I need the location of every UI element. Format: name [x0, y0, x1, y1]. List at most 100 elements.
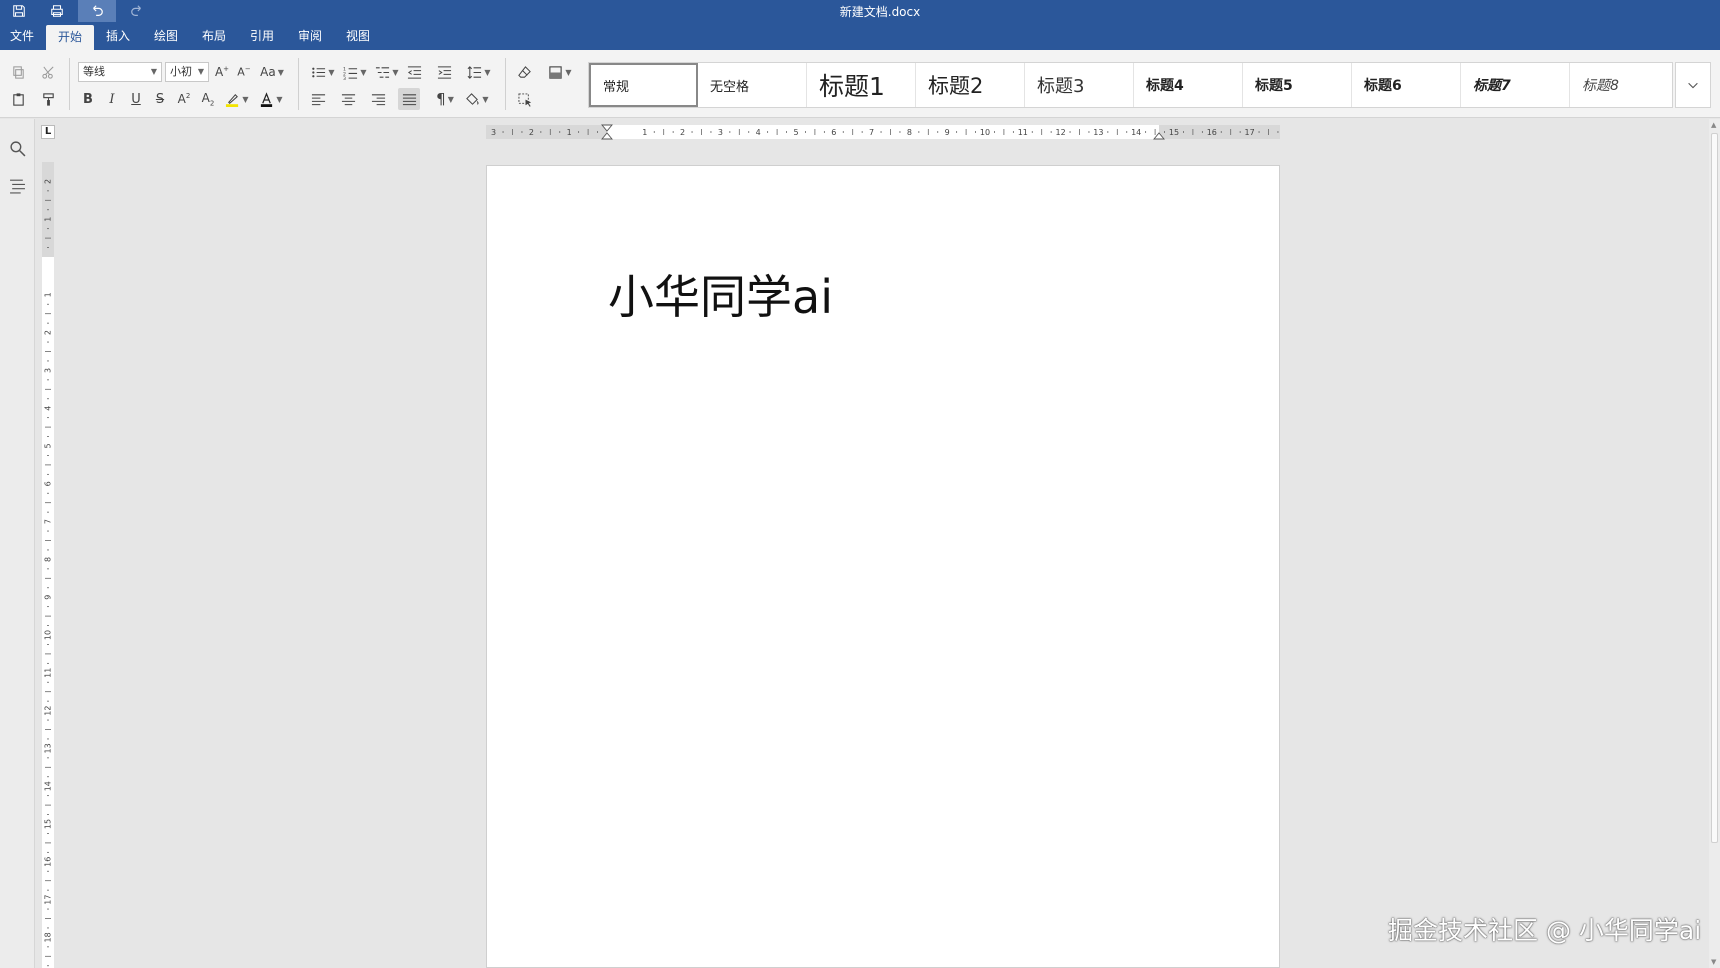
ruler-tick-label: 8	[44, 557, 53, 562]
justify-button[interactable]	[398, 88, 420, 110]
subscript-button[interactable]: A2	[198, 89, 218, 109]
format-painter-button[interactable]	[38, 89, 58, 109]
ruler-tick-label: 3	[491, 128, 496, 137]
menu-bar: 文件 开始 插入 绘图 布局 引用 审阅 视图	[0, 22, 1720, 50]
ruler-tick-label: 10	[44, 630, 53, 640]
ruler-tick-label: 8	[907, 128, 912, 137]
clear-formatting-button[interactable]	[514, 62, 534, 82]
line-spacing-button[interactable]: ▼	[464, 62, 494, 82]
menu-layout[interactable]: 布局	[192, 22, 236, 50]
ruler-tick-label: 4	[756, 128, 761, 137]
style-heading-8[interactable]: 标题8	[1570, 63, 1679, 107]
ruler-tick-label: 3	[718, 128, 723, 137]
ruler-tick-label: 9	[44, 595, 53, 600]
style-heading-5[interactable]: 标题5	[1243, 63, 1352, 107]
menu-draw[interactable]: 绘图	[144, 22, 188, 50]
ruler-tick-label: 1	[44, 217, 53, 222]
superscript-button[interactable]: A2	[174, 89, 194, 109]
menu-view[interactable]: 视图	[336, 22, 380, 50]
change-case-button[interactable]: Aa ▼	[256, 62, 288, 82]
cut-button[interactable]	[38, 62, 58, 82]
outline-icon[interactable]	[9, 177, 26, 194]
decrease-indent-button[interactable]	[404, 62, 424, 82]
highlight-button[interactable]: ▼	[222, 89, 252, 109]
numbering-button[interactable]: 1 2 3 ▼	[340, 62, 370, 82]
style-heading-3[interactable]: 标题3	[1025, 63, 1134, 107]
align-center-icon	[341, 93, 355, 105]
select-button[interactable]	[514, 89, 536, 111]
bullets-button[interactable]: ▼	[308, 62, 338, 82]
eraser-icon	[517, 65, 531, 78]
align-center-button[interactable]	[338, 89, 358, 109]
style-heading-1[interactable]: 标题1	[807, 63, 916, 107]
document-page[interactable]: 小华同学ai	[486, 165, 1280, 968]
ruler-tick-label: 2	[44, 179, 53, 184]
title-bar: 新建文档.docx	[0, 0, 1720, 22]
increase-indent-icon	[437, 65, 451, 79]
horizontal-ruler[interactable]: 3 2 1 1 2 3 4 5 6 7 8 9 10 11 12 13 14 15 16 17	[486, 124, 1280, 140]
document-body-text[interactable]: 小华同学ai	[608, 261, 833, 327]
bullet-list-icon	[312, 67, 326, 77]
style-heading-7[interactable]: 标题7	[1461, 63, 1570, 107]
menu-review[interactable]: 审阅	[288, 22, 332, 50]
style-no-spacing[interactable]: 无空格	[698, 63, 807, 107]
ruler-tick-label: 3	[44, 368, 53, 373]
paint-bucket-icon	[466, 92, 480, 105]
style-heading-6[interactable]: 标题6	[1352, 63, 1461, 107]
menu-references[interactable]: 引用	[240, 22, 284, 50]
menu-home[interactable]: 开始	[46, 25, 94, 50]
strikethrough-icon: S	[155, 91, 165, 107]
show-marks-button[interactable]: ¶ ▼	[430, 89, 460, 109]
multilevel-list-button[interactable]: ▼	[372, 62, 402, 82]
scroll-down-icon[interactable]: ▼	[1711, 958, 1716, 966]
ruler-tick-label: 4	[44, 406, 53, 411]
scroll-up-icon[interactable]: ▲	[1711, 121, 1716, 129]
ruler-tick-label: 7	[44, 519, 53, 524]
grow-font-button[interactable]: A+	[212, 62, 232, 82]
ruler-tick-label: 17	[1245, 128, 1255, 137]
svg-text:3: 3	[343, 76, 346, 80]
ruler-tick-label: 15	[44, 819, 53, 829]
numbered-list-icon: 123	[343, 66, 358, 80]
style-heading-4[interactable]: 标题4	[1134, 63, 1243, 107]
vertical-scrollbar[interactable]: ▲ ▼	[1709, 119, 1720, 968]
tab-stop-selector[interactable]: L	[41, 125, 55, 139]
search-icon[interactable]	[9, 140, 26, 157]
font-color-button[interactable]: ▼	[256, 89, 286, 109]
underline-icon: U	[131, 91, 141, 107]
menu-insert[interactable]: 插入	[96, 22, 140, 50]
paste-icon	[12, 92, 24, 106]
ruler-tick-label: 14	[44, 781, 53, 791]
font-size-select[interactable]: 小初 ▼	[165, 62, 209, 82]
align-right-button[interactable]	[368, 89, 388, 109]
ruler-tick-label: 2	[529, 128, 534, 137]
shrink-font-button[interactable]: A−	[234, 62, 254, 82]
style-normal[interactable]: 常规	[589, 63, 698, 107]
vertical-ruler[interactable]: 21123456789101112131415161718	[42, 162, 54, 968]
style-heading-2[interactable]: 标题2	[916, 63, 1025, 107]
font-name-select[interactable]: 等线 ▼	[78, 62, 162, 82]
copy-button[interactable]	[8, 62, 28, 82]
ruler-tick-label: 5	[44, 443, 53, 448]
align-left-icon	[311, 93, 325, 105]
underline-button[interactable]: U	[126, 89, 146, 109]
align-right-icon	[371, 93, 385, 105]
bold-button[interactable]: B	[78, 89, 98, 109]
paintbrush-icon	[42, 92, 54, 106]
italic-button[interactable]: I	[102, 89, 122, 109]
ruler-tick-label: 11	[1018, 128, 1028, 137]
increase-indent-button[interactable]	[434, 62, 454, 82]
borders-button[interactable]: ▼	[544, 62, 576, 82]
ruler-tick-label: 13	[1093, 128, 1103, 137]
strikethrough-button[interactable]: S	[150, 89, 170, 109]
navigation-sidebar	[0, 119, 35, 968]
menu-file[interactable]: 文件	[0, 22, 44, 50]
scrollbar-thumb[interactable]	[1711, 133, 1718, 843]
styles-expand-button[interactable]	[1675, 62, 1711, 108]
chevron-down-icon: ▼	[150, 67, 157, 76]
chevron-down-icon: ▼	[392, 67, 399, 77]
align-left-button[interactable]	[308, 89, 328, 109]
shading-button[interactable]: ▼	[462, 89, 492, 109]
ribbon-separator	[298, 58, 299, 110]
paste-button[interactable]	[8, 89, 28, 109]
